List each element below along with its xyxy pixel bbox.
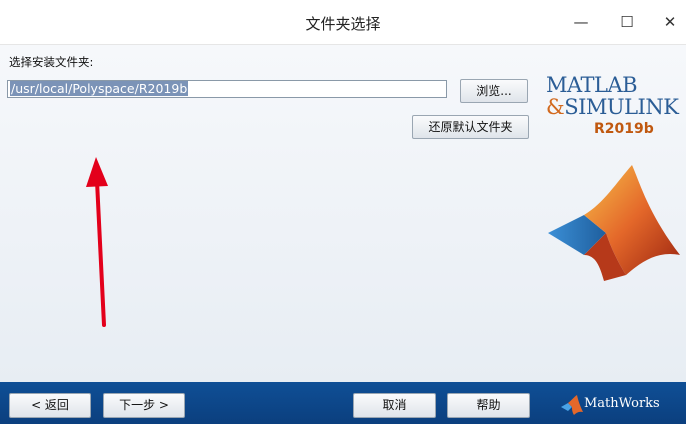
- minimize-icon[interactable]: —: [571, 12, 591, 32]
- title-bar: 文件夹选择 — ☐ ✕: [0, 0, 686, 45]
- restore-default-folder-button[interactable]: 还原默认文件夹: [412, 115, 529, 139]
- close-icon[interactable]: ✕: [660, 12, 680, 32]
- install-folder-label: 选择安装文件夹:: [9, 55, 94, 69]
- brand-simulink-text: SIMULINK: [564, 95, 679, 119]
- footer-bar: < 返回 下一步 > 取消 帮助 MathWorks: [0, 382, 686, 424]
- install-folder-value: /usr/local/Polyspace/R2019b: [10, 81, 189, 96]
- matlab-membrane-logo: [548, 165, 680, 281]
- brand-release-text: R2019b: [594, 121, 654, 137]
- back-button[interactable]: < 返回: [9, 393, 91, 418]
- brand-ampersand: &: [546, 95, 565, 119]
- help-button[interactable]: 帮助: [447, 393, 530, 418]
- mathworks-logo-text: MathWorks: [584, 396, 660, 411]
- mathworks-logo-icon: [561, 395, 583, 415]
- main-panel: 选择安装文件夹: /usr/local/Polyspace/R2019b 浏览.…: [0, 45, 686, 382]
- red-annotation-arrow: [86, 157, 108, 327]
- browse-button[interactable]: 浏览...: [460, 79, 528, 103]
- cancel-button[interactable]: 取消: [353, 393, 436, 418]
- brand-matlab-text: MATLAB: [546, 73, 638, 97]
- next-button[interactable]: 下一步 >: [103, 393, 185, 418]
- maximize-icon[interactable]: ☐: [617, 12, 637, 32]
- brand-simulink-line: &SIMULINK: [546, 95, 679, 119]
- install-folder-input[interactable]: /usr/local/Polyspace/R2019b: [7, 80, 447, 98]
